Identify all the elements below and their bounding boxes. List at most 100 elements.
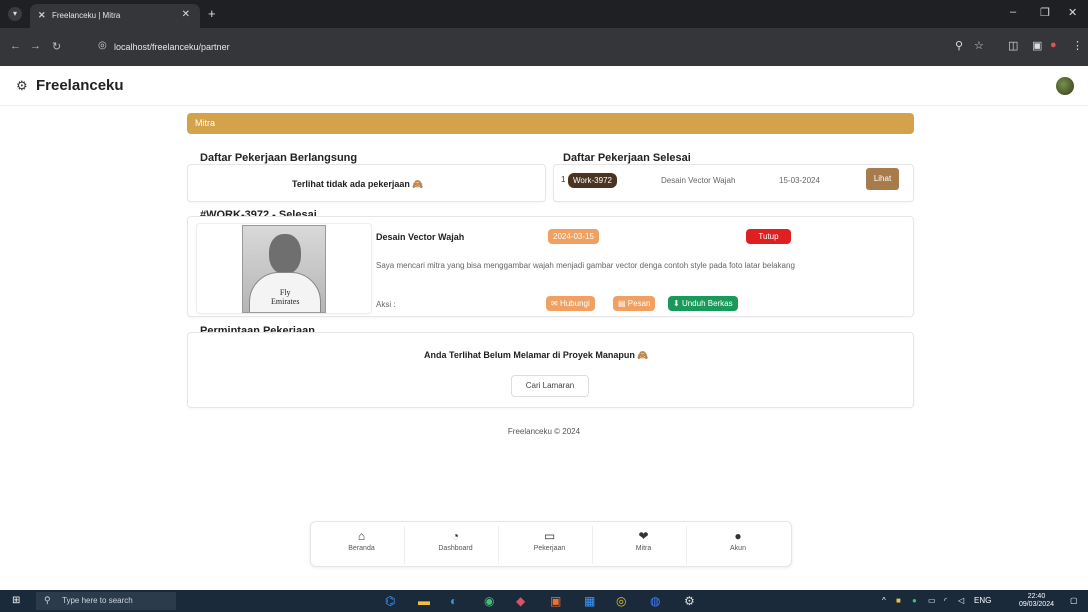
- address-bar-row: ← → ↻ ◎ localhost/freelanceku/partner ⚲ …: [0, 28, 1088, 66]
- section-header-bar: Mitra: [187, 113, 914, 134]
- photo-head: [269, 234, 301, 274]
- actions-label: Aksi :: [376, 300, 396, 309]
- work-code-badge: Work-3972: [568, 173, 617, 188]
- status-badge: Tutup: [746, 229, 791, 244]
- contact-label: Hubungi: [559, 299, 590, 308]
- job-reference-photo: Fly Emirates: [242, 225, 326, 313]
- taskbar-search[interactable]: ⚲ Type here to search: [36, 592, 176, 610]
- contact-button[interactable]: ✉ Hubungi: [546, 296, 595, 311]
- row-number: 1: [561, 175, 566, 184]
- photo-shirt-logo: Fly Emirates: [271, 288, 300, 306]
- handshake-icon: ❤: [638, 529, 649, 543]
- taskbar-search-placeholder: Type here to search: [62, 596, 133, 605]
- site-info-icon[interactable]: ◎: [98, 40, 107, 51]
- maximize-icon[interactable]: ❐: [1040, 6, 1050, 19]
- clock-time: 22:40: [1027, 593, 1046, 600]
- job-name: Desain Vector Wajah: [661, 176, 736, 185]
- requests-empty-message: Anda Terlihat Belum Melamar di Proyek Ma…: [424, 350, 649, 360]
- minimize-icon[interactable]: –: [1010, 6, 1016, 18]
- close-tab-icon[interactable]: ✕: [182, 9, 190, 20]
- message-label: Pesan: [627, 299, 651, 308]
- extensions-icon[interactable]: ◫: [1008, 39, 1018, 52]
- briefcase-icon: ▭: [543, 529, 556, 543]
- view-button[interactable]: Lihat: [866, 168, 899, 190]
- message-button[interactable]: ▤ Pesan: [613, 296, 656, 311]
- ongoing-jobs-card: Terlihat tidak ada pekerjaan 🙈: [187, 164, 546, 202]
- os-taskbar: ⊞ ⚲ Type here to search ⌬ ▬ ◐ ◉ ◆ ▣ ▦ ◎ …: [0, 590, 1088, 612]
- windows-start-icon[interactable]: ⊞: [12, 595, 20, 606]
- app-header: ⚙ Freelanceku: [0, 66, 1088, 106]
- zoom-icon[interactable]: ⚲: [955, 39, 963, 52]
- tray-wifi-icon[interactable]: ◜: [944, 596, 947, 605]
- whatsapp-icon[interactable]: ◉: [484, 594, 494, 608]
- tray-volume-icon[interactable]: ◁: [958, 596, 964, 605]
- bookmark-star-icon[interactable]: ☆: [974, 39, 984, 52]
- notification-icon[interactable]: ▢: [1070, 596, 1078, 605]
- finished-jobs-title: Daftar Pekerjaan Selesai: [563, 152, 691, 164]
- ongoing-empty-message: Terlihat tidak ada pekerjaan 🙈: [292, 179, 424, 189]
- tray-whatsapp-icon[interactable]: ●: [912, 596, 917, 605]
- tray-app-icon[interactable]: ■: [896, 596, 901, 605]
- url-field[interactable]: ◎ localhost/freelanceku/partner: [90, 36, 1060, 58]
- nav-label-pekerjaan: Pekerjaan: [533, 545, 566, 552]
- taskbar-clock[interactable]: 22:40 09/03/2024: [1019, 593, 1054, 609]
- brand-name[interactable]: Freelanceku: [36, 77, 124, 94]
- forward-icon[interactable]: →: [30, 40, 41, 52]
- search-icon: ⚲: [44, 595, 51, 605]
- language-indicator[interactable]: ENG: [974, 596, 991, 605]
- nav-item-dashboard[interactable]: ◔ Dashboard: [413, 526, 499, 564]
- browser-tab[interactable]: ✕ Freelanceku | Mitra ✕: [30, 4, 200, 28]
- sidepanel-icon[interactable]: ▣: [1032, 39, 1042, 52]
- chrome-icon[interactable]: ◎: [616, 594, 626, 608]
- finished-jobs-card: 1 Work-3972 Desain Vector Wajah 15-03-20…: [553, 164, 914, 202]
- reload-icon[interactable]: ↻: [52, 40, 61, 53]
- tab-title: Freelanceku | Mitra: [52, 11, 121, 20]
- url-text: localhost/freelanceku/partner: [114, 42, 230, 52]
- document-icon: ▤: [618, 299, 626, 308]
- dashboard-icon: ◔: [451, 529, 460, 543]
- nav-item-mitra[interactable]: ❤ Mitra: [601, 526, 687, 564]
- bottom-nav: ⌂ Beranda ◔ Dashboard ▭ Pekerjaan ❤ Mitr…: [310, 521, 792, 567]
- back-icon[interactable]: ←: [10, 40, 21, 52]
- chat-icon: ✉: [551, 299, 558, 308]
- download-label: Unduh Berkas: [681, 299, 733, 308]
- new-tab-icon[interactable]: +: [208, 6, 216, 21]
- brand-logo-icon: ⚙: [16, 78, 28, 93]
- job-description: Saya mencari mitra yang bisa menggambar …: [376, 261, 795, 270]
- favicon-icon: ✕: [38, 10, 46, 20]
- home-icon: ⌂: [357, 529, 366, 543]
- clock-date: 09/03/2024: [1018, 601, 1054, 608]
- xampp-icon[interactable]: ▣: [550, 594, 561, 608]
- footer-copyright: Freelanceku © 2024: [507, 427, 581, 436]
- job-date: 15-03-2024: [779, 176, 820, 185]
- job-title: Desain Vector Wajah: [376, 232, 465, 242]
- download-icon: ⬇: [673, 299, 680, 308]
- browser-tabbar: ▾ ✕ Freelanceku | Mitra ✕ + – ❐ ✕: [0, 0, 1088, 28]
- chrome-profile-icon[interactable]: ◍: [650, 594, 660, 608]
- settings-gear-icon[interactable]: ⚙: [684, 594, 695, 608]
- nav-label-akun: Akun: [730, 545, 746, 552]
- tab-search-icon[interactable]: ▾: [8, 7, 22, 21]
- nav-item-beranda[interactable]: ⌂ Beranda: [319, 526, 405, 564]
- nav-item-akun[interactable]: ● Akun: [695, 526, 781, 564]
- vscode-icon[interactable]: ⌬: [385, 594, 395, 608]
- edge-icon[interactable]: ◐: [450, 594, 457, 608]
- ongoing-jobs-title: Daftar Pekerjaan Berlangsung: [200, 152, 358, 164]
- avatar[interactable]: [1056, 77, 1074, 95]
- nav-item-pekerjaan[interactable]: ▭ Pekerjaan: [507, 526, 593, 564]
- find-applications-button[interactable]: Cari Lamaran: [511, 375, 589, 397]
- profile-icon[interactable]: ●: [1050, 39, 1057, 51]
- menu-kebab-icon[interactable]: ⋮: [1072, 39, 1083, 52]
- download-button[interactable]: ⬇ Unduh Berkas: [668, 296, 738, 311]
- tray-chevron-icon[interactable]: ^: [882, 596, 886, 605]
- nav-label-beranda: Beranda: [348, 545, 375, 552]
- user-icon: ●: [734, 529, 742, 543]
- close-window-icon[interactable]: ✕: [1068, 6, 1077, 19]
- section-label: Mitra: [195, 118, 215, 128]
- tray-network-icon[interactable]: ▭: [928, 596, 936, 605]
- store-icon[interactable]: ▦: [584, 594, 595, 608]
- nav-label-mitra: Mitra: [635, 545, 652, 552]
- date-badge: 2024-03-15: [548, 229, 599, 244]
- app-red-icon[interactable]: ◆: [516, 594, 525, 608]
- file-explorer-icon[interactable]: ▬: [418, 594, 430, 608]
